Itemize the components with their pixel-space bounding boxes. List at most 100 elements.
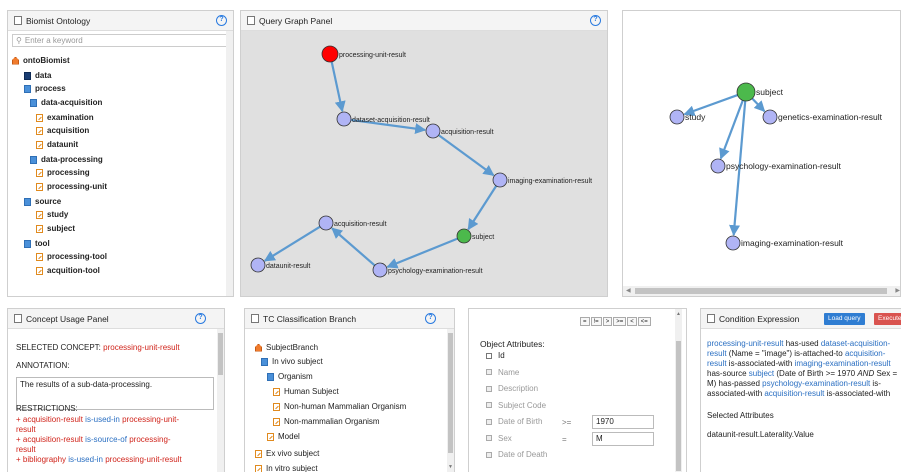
graph-node[interactable] xyxy=(492,172,508,188)
graph-node[interactable] xyxy=(762,109,778,125)
tree-item-source[interactable]: source xyxy=(24,197,61,206)
tree-item-data[interactable]: data xyxy=(24,71,51,80)
help-icon[interactable]: ? xyxy=(195,313,206,324)
tree-item-ontoBiomist[interactable]: ontoBiomist xyxy=(12,56,70,65)
attributes-scrollbar[interactable]: ▲ xyxy=(675,309,682,472)
attribute-row[interactable]: Date of Birth xyxy=(486,417,542,426)
restriction-item[interactable]: + acquisition-result is-used-in processi… xyxy=(16,415,212,435)
operator-button[interactable]: <= xyxy=(637,317,651,326)
graph-node[interactable] xyxy=(372,262,388,278)
attribute-checkbox[interactable] xyxy=(486,385,492,392)
query-graph-canvas[interactable]: processing-unit-result dataset-acquisitio… xyxy=(241,31,607,296)
scroll-left-icon[interactable]: ◀ xyxy=(626,287,631,294)
graph-node-label: psychology-examination-result xyxy=(726,161,841,171)
tree-item-acquition-tool[interactable]: acquition-tool xyxy=(36,266,100,275)
tree-item-label: subject xyxy=(47,224,76,233)
concept-usage-panel: Concept Usage Panel ? SELECTED CONCEPT: … xyxy=(7,308,225,472)
tree-item-label: dataunit xyxy=(47,140,79,149)
tc-scrollbar[interactable]: ▼ xyxy=(447,329,454,472)
tc-item[interactable]: Non-mammalian Organism xyxy=(273,417,380,426)
tc-item[interactable]: In vivo subject xyxy=(261,357,323,366)
scroll-up-icon[interactable]: ▲ xyxy=(676,311,681,317)
tree-item-subject[interactable]: subject xyxy=(36,224,75,233)
restriction-item[interactable]: + acquisition-result is-source-of proces… xyxy=(16,435,212,455)
restriction-item[interactable]: + bibliography is-used-in processing-uni… xyxy=(16,455,212,465)
graph-node[interactable] xyxy=(425,123,441,139)
horizontal-scrollbar[interactable]: ◀ ▶ xyxy=(623,286,900,296)
query-graph-svg[interactable]: processing-unit-result dataset-acquisitio… xyxy=(241,31,608,297)
operator-button[interactable]: != xyxy=(590,317,602,326)
execute-button[interactable]: Execute xyxy=(874,313,901,325)
restriction-part: processing-unit-result xyxy=(105,455,182,464)
tc-item[interactable]: Model xyxy=(267,432,300,441)
tree-item-data-acquisition[interactable]: data-acquisition xyxy=(30,98,102,107)
attribute-row[interactable]: Sex xyxy=(486,434,512,443)
attribute-row[interactable]: Description xyxy=(486,384,538,393)
attribute-checkbox[interactable] xyxy=(486,402,492,408)
tree-item-examination[interactable]: examination xyxy=(36,113,94,122)
ontology-scrollbar[interactable] xyxy=(226,31,233,296)
attribute-row[interactable]: Date of Death xyxy=(486,450,547,459)
tc-scroll-thumb[interactable] xyxy=(448,333,453,453)
tc-item-label: In vitro subject xyxy=(266,464,318,472)
help-icon[interactable]: ? xyxy=(216,15,227,26)
help-icon[interactable]: ? xyxy=(590,15,601,26)
tree-item-study[interactable]: study xyxy=(36,210,68,219)
attribute-checkbox[interactable] xyxy=(486,352,492,359)
selected-attribute-value[interactable]: dataunit-result.Laterality.Value xyxy=(707,430,814,439)
graph-node[interactable] xyxy=(250,257,266,273)
attribute-value-input[interactable]: M xyxy=(592,431,654,446)
tree-item-process[interactable]: process xyxy=(24,84,66,93)
load-query-button[interactable]: Load query xyxy=(824,313,865,325)
graph-node[interactable] xyxy=(318,215,334,231)
operator-button[interactable]: < xyxy=(627,317,637,326)
graph-node[interactable] xyxy=(669,109,685,125)
tc-item[interactable]: SubjectBranch xyxy=(255,343,318,352)
graph-edge xyxy=(719,100,744,160)
attribute-checkbox[interactable] xyxy=(486,435,492,441)
attributes-scroll-thumb[interactable] xyxy=(676,341,681,471)
concept-scrollbar[interactable] xyxy=(217,329,224,472)
subject-graph-svg[interactable]: subject study genetics-examination-result p… xyxy=(623,11,901,286)
tc-item[interactable]: Organism xyxy=(267,372,313,381)
horizontal-scroll-thumb[interactable] xyxy=(635,288,887,294)
attribute-checkbox[interactable] xyxy=(486,369,492,375)
attribute-name: Description xyxy=(498,384,539,393)
operator-button[interactable]: = xyxy=(580,317,590,326)
ontology-search-input[interactable]: ⚲ Enter a keyword xyxy=(12,34,229,47)
graph-node[interactable] xyxy=(725,235,741,251)
tree-item-processing-tool[interactable]: processing-tool xyxy=(36,252,107,261)
scroll-right-icon[interactable]: ▶ xyxy=(895,287,900,294)
tree-item-dataunit[interactable]: dataunit xyxy=(36,140,78,149)
scroll-down-icon[interactable]: ▼ xyxy=(448,464,453,470)
tree-item-acquisition[interactable]: acquisition xyxy=(36,126,89,135)
tc-item[interactable]: Ex vivo subject xyxy=(255,449,319,458)
attribute-checkbox[interactable] xyxy=(486,451,492,458)
graph-node[interactable] xyxy=(336,111,352,127)
tc-item[interactable]: In vitro subject xyxy=(255,464,318,472)
attribute-checkbox[interactable] xyxy=(486,418,492,425)
selected-concept-label: SELECTED CONCEPT: xyxy=(16,343,101,352)
tree-item-tool[interactable]: tool xyxy=(24,239,50,248)
search-icon: ⚲ xyxy=(16,36,22,45)
graph-node[interactable] xyxy=(710,158,726,174)
help-icon[interactable]: ? xyxy=(425,313,436,324)
graph-node[interactable] xyxy=(321,45,339,63)
tc-item[interactable]: Human Subject xyxy=(273,387,339,396)
tree-item-processing-unit[interactable]: processing-unit xyxy=(36,182,107,191)
operator-button[interactable]: > xyxy=(602,317,613,326)
tree-item-processing[interactable]: processing xyxy=(36,168,90,177)
tc-item[interactable]: Non-human Mammalian Organism xyxy=(273,402,406,411)
attribute-value-input[interactable]: 1970 xyxy=(592,415,654,429)
condition-panel: Condition Expression Load query Execute … xyxy=(700,308,901,472)
graph-node[interactable] xyxy=(456,228,472,244)
attribute-row[interactable]: Id xyxy=(486,351,505,360)
attribute-row[interactable]: Subject Code xyxy=(486,401,546,410)
operator-button[interactable]: >= xyxy=(613,317,627,326)
concept-scroll-thumb[interactable] xyxy=(218,333,223,375)
tree-item-label: examination xyxy=(47,113,94,122)
tree-item-data-processing[interactable]: data-processing xyxy=(30,155,103,164)
restriction-part: result xyxy=(16,445,36,454)
attribute-row[interactable]: Name xyxy=(486,368,519,377)
graph-node[interactable] xyxy=(736,82,756,102)
